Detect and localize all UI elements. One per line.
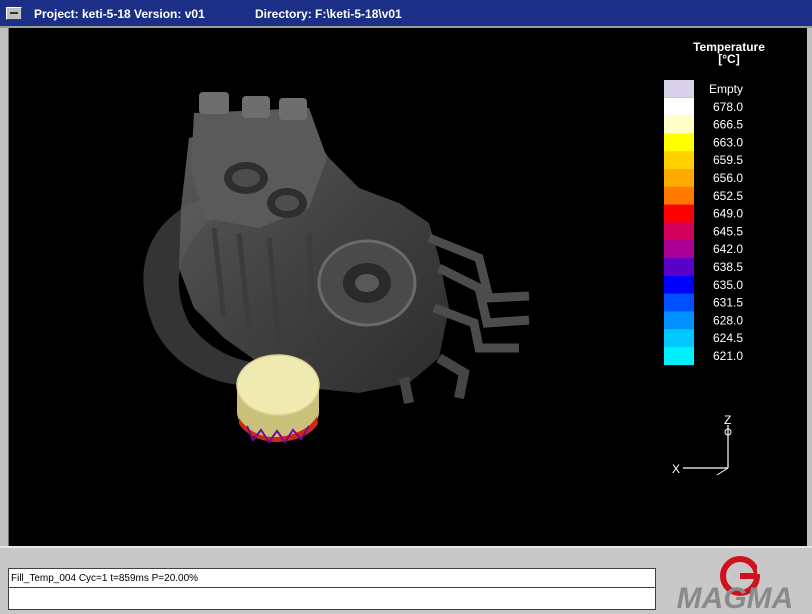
legend-label: 659.5 xyxy=(713,153,743,167)
viewport-canvas: Temperature [°C] Empty678.0666.5663.0659… xyxy=(143,40,765,476)
title-bar: Project: keti-5-18 Version: v01 Director… xyxy=(0,0,812,28)
legend-label: 624.5 xyxy=(713,331,743,345)
svg-text:MAGMA: MAGMA xyxy=(677,582,794,612)
legend-label: 656.0 xyxy=(713,171,743,185)
legend-label: 652.5 xyxy=(713,189,743,203)
legend-label: 663.0 xyxy=(713,135,743,149)
legend-swatch xyxy=(664,222,694,241)
legend-swatch xyxy=(664,97,694,116)
legend-label-empty: Empty xyxy=(709,82,743,96)
legend-label: 621.0 xyxy=(713,349,743,363)
magma-logo: MAGMA xyxy=(677,556,794,612)
status-area: Fill_Temp_004 Cyc=1 t=859ms P=20.00% MAG… xyxy=(0,546,812,614)
simulation-viewport[interactable]: Temperature [°C] Empty 678.0 666.5 663.0 659… xyxy=(8,28,807,546)
legend-unit: [°C] xyxy=(718,52,739,66)
legend-label: 631.5 xyxy=(713,296,743,310)
title-project-version: Project: keti-5-18 Version: v01 xyxy=(34,7,205,21)
axis-x-label: X xyxy=(672,462,680,476)
legend-label: 635.0 xyxy=(713,278,743,292)
legend-swatch xyxy=(664,293,694,312)
legend-label: 678.0 xyxy=(713,100,743,114)
legend-label: 642.0 xyxy=(713,242,743,256)
legend-label: 666.5 xyxy=(713,118,743,132)
axis-z-label: Z xyxy=(724,413,731,427)
legend-swatch xyxy=(664,133,694,152)
legend-swatch xyxy=(664,311,694,330)
axis-triad: Z X xyxy=(672,413,732,476)
legend-swatch xyxy=(664,151,694,170)
legend-label: 649.0 xyxy=(713,207,743,221)
legend-swatch xyxy=(664,240,694,259)
status-text: Fill_Temp_004 Cyc=1 t=859ms P=20.00% xyxy=(11,573,199,584)
casting-model[interactable] xyxy=(143,92,530,404)
melt-cylinder[interactable] xyxy=(236,354,320,444)
status-panel: Fill_Temp_004 Cyc=1 t=859ms P=20.00% xyxy=(8,568,656,610)
legend-swatch xyxy=(664,347,694,366)
temperature-legend: Temperature [°C] Empty678.0666.5663.0659… xyxy=(664,40,765,366)
system-menu-icon[interactable] xyxy=(6,7,22,20)
legend-swatch xyxy=(664,275,694,294)
legend-swatch xyxy=(664,186,694,205)
legend-swatch xyxy=(664,258,694,277)
title-directory: Directory: F:\keti-5-18\v01 xyxy=(255,7,402,21)
legend-swatch xyxy=(664,115,694,134)
legend-swatch xyxy=(664,204,694,223)
legend-swatch xyxy=(664,169,694,188)
legend-swatch xyxy=(664,329,694,348)
status-divider xyxy=(9,587,655,588)
legend-swatch-empty xyxy=(664,80,694,98)
legend-label: 628.0 xyxy=(713,313,743,327)
legend-label: 645.5 xyxy=(713,224,743,238)
legend-label: 638.5 xyxy=(713,260,743,274)
